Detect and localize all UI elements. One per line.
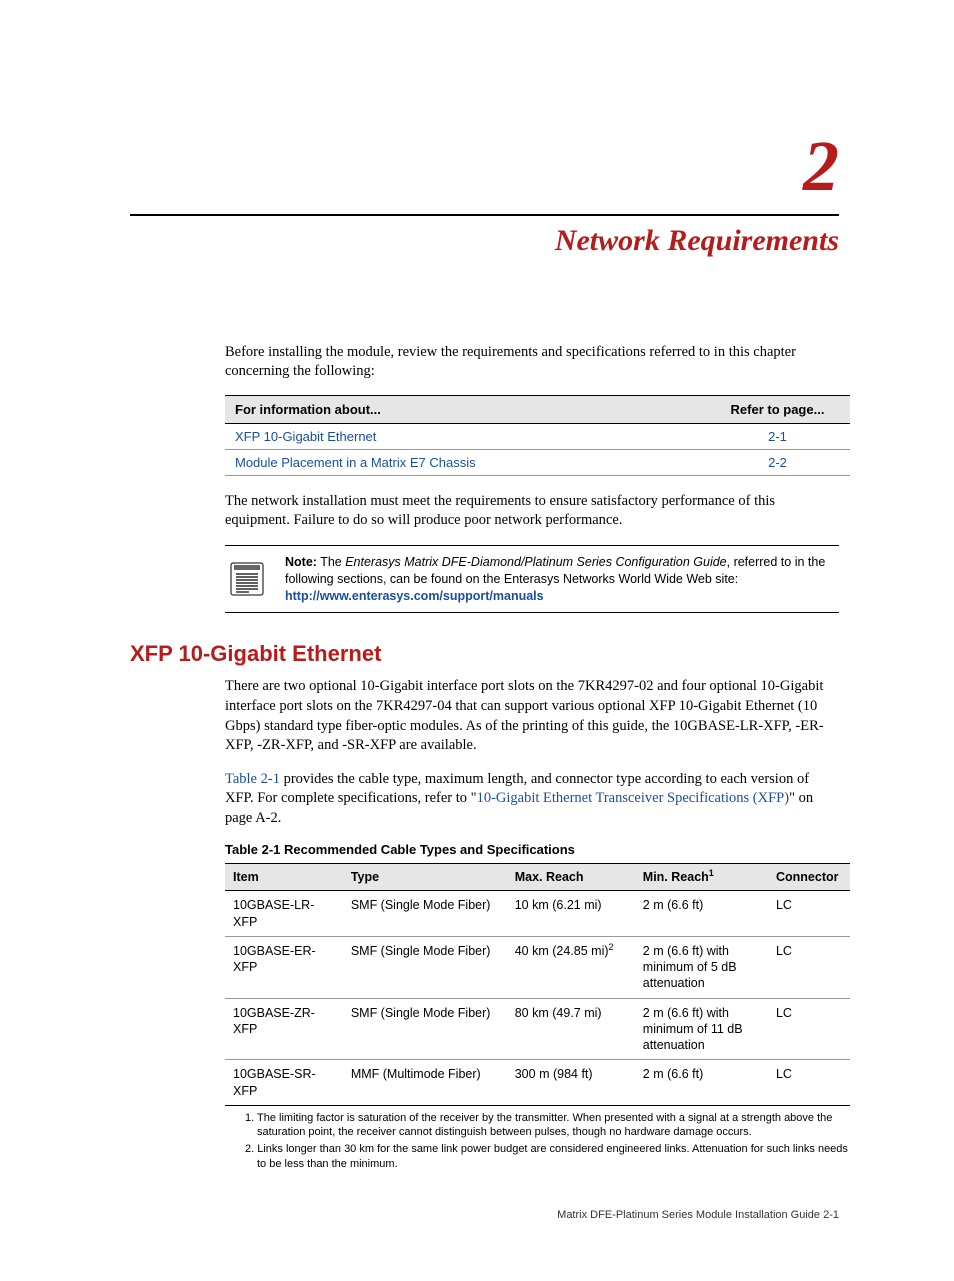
note-body-pre: The xyxy=(317,555,345,569)
table-row: 10GBASE-LR-XFP SMF (Single Mode Fiber) 1… xyxy=(225,891,850,937)
info-header-page: Refer to page... xyxy=(705,395,850,423)
spec-cell-max: 300 m (984 ft) xyxy=(507,1060,635,1106)
spec-cell-item: 10GBASE-LR-XFP xyxy=(225,891,343,937)
info-page-ref[interactable]: 2-2 xyxy=(705,449,850,475)
spec-cell-item: 10GBASE-ER-XFP xyxy=(225,936,343,998)
info-link-module-placement[interactable]: Module Placement in a Matrix E7 Chassis xyxy=(235,455,476,470)
footnote-2: 2. Links longer than 30 km for the same … xyxy=(257,1142,850,1171)
info-page-ref[interactable]: 2-1 xyxy=(705,423,850,449)
intro-paragraph: Before installing the module, review the… xyxy=(225,343,839,381)
note-label: Note: xyxy=(285,555,317,569)
spec-cell-max: 10 km (6.21 mi) xyxy=(507,891,635,937)
spec-cell-item: 10GBASE-SR-XFP xyxy=(225,1060,343,1106)
spec-cell-min: 2 m (6.6 ft) xyxy=(635,1060,768,1106)
footnote-1: 1. The limiting factor is saturation of … xyxy=(257,1111,850,1140)
spec-header-min: Min. Reach1 xyxy=(635,864,768,891)
spec-cell-max: 80 km (49.7 mi) xyxy=(507,998,635,1060)
spec-cell-connector: LC xyxy=(768,891,850,937)
spec-cell-type: SMF (Single Mode Fiber) xyxy=(343,998,507,1060)
spec-header-connector: Connector xyxy=(768,864,850,891)
spec-cell-type: MMF (Multimode Fiber) xyxy=(343,1060,507,1106)
spec-cell-min: 2 m (6.6 ft) xyxy=(635,891,768,937)
spec-table: Item Type Max. Reach Min. Reach1 Connect… xyxy=(225,863,850,1106)
spec-cell-connector: LC xyxy=(768,998,850,1060)
section-paragraph-2: Table 2-1 provides the cable type, maxim… xyxy=(225,770,839,829)
chapter-title: Network Requirements xyxy=(130,224,839,258)
spec-header-item: Item xyxy=(225,864,343,891)
footnotes: 1. The limiting factor is saturation of … xyxy=(245,1111,850,1171)
spec-cell-min: 2 m (6.6 ft) with minimum of 11 dB atten… xyxy=(635,998,768,1060)
spec-cell-connector: LC xyxy=(768,1060,850,1106)
table-ref-link[interactable]: Table 2-1 xyxy=(225,771,280,787)
spec-cell-item: 10GBASE-ZR-XFP xyxy=(225,998,343,1060)
title-rule xyxy=(130,214,839,216)
spec-cell-type: SMF (Single Mode Fiber) xyxy=(343,891,507,937)
chapter-number: 2 xyxy=(130,130,839,202)
note-block: Note: The Enterasys Matrix DFE-Diamond/P… xyxy=(225,545,839,614)
note-icon xyxy=(225,561,269,597)
spec-table-caption: Table 2-1 Recommended Cable Types and Sp… xyxy=(225,842,839,857)
spec-header-type: Type xyxy=(343,864,507,891)
info-link-xfp[interactable]: XFP 10-Gigabit Ethernet xyxy=(235,429,376,444)
info-navigation-table: For information about... Refer to page..… xyxy=(225,395,850,476)
table-row: 10GBASE-ZR-XFP SMF (Single Mode Fiber) 8… xyxy=(225,998,850,1060)
spec-cell-max: 40 km (24.85 mi)2 xyxy=(507,936,635,998)
spec-cell-type: SMF (Single Mode Fiber) xyxy=(343,936,507,998)
table-row: 10GBASE-ER-XFP SMF (Single Mode Fiber) 4… xyxy=(225,936,850,998)
info-row: XFP 10-Gigabit Ethernet 2-1 xyxy=(225,423,850,449)
section-paragraph-1: There are two optional 10-Gigabit interf… xyxy=(225,677,839,755)
note-guide-title: Enterasys Matrix DFE-Diamond/Platinum Se… xyxy=(345,555,726,569)
spec-cell-min: 2 m (6.6 ft) with minimum of 5 dB attenu… xyxy=(635,936,768,998)
spec-header-max: Max. Reach xyxy=(507,864,635,891)
table-row: 10GBASE-SR-XFP MMF (Multimode Fiber) 300… xyxy=(225,1060,850,1106)
note-text: Note: The Enterasys Matrix DFE-Diamond/P… xyxy=(285,554,839,605)
spec-ref-link[interactable]: 10-Gigabit Ethernet Transceiver Specific… xyxy=(477,790,790,806)
info-header-about: For information about... xyxy=(225,395,705,423)
spec-cell-connector: LC xyxy=(768,936,850,998)
info-row: Module Placement in a Matrix E7 Chassis … xyxy=(225,449,850,475)
page-footer: Matrix DFE-Platinum Series Module Instal… xyxy=(130,1209,839,1221)
body-paragraph: The network installation must meet the r… xyxy=(225,492,839,531)
note-url-link[interactable]: http://www.enterasys.com/support/manuals xyxy=(285,589,544,603)
section-heading-xfp: XFP 10-Gigabit Ethernet xyxy=(130,641,839,667)
